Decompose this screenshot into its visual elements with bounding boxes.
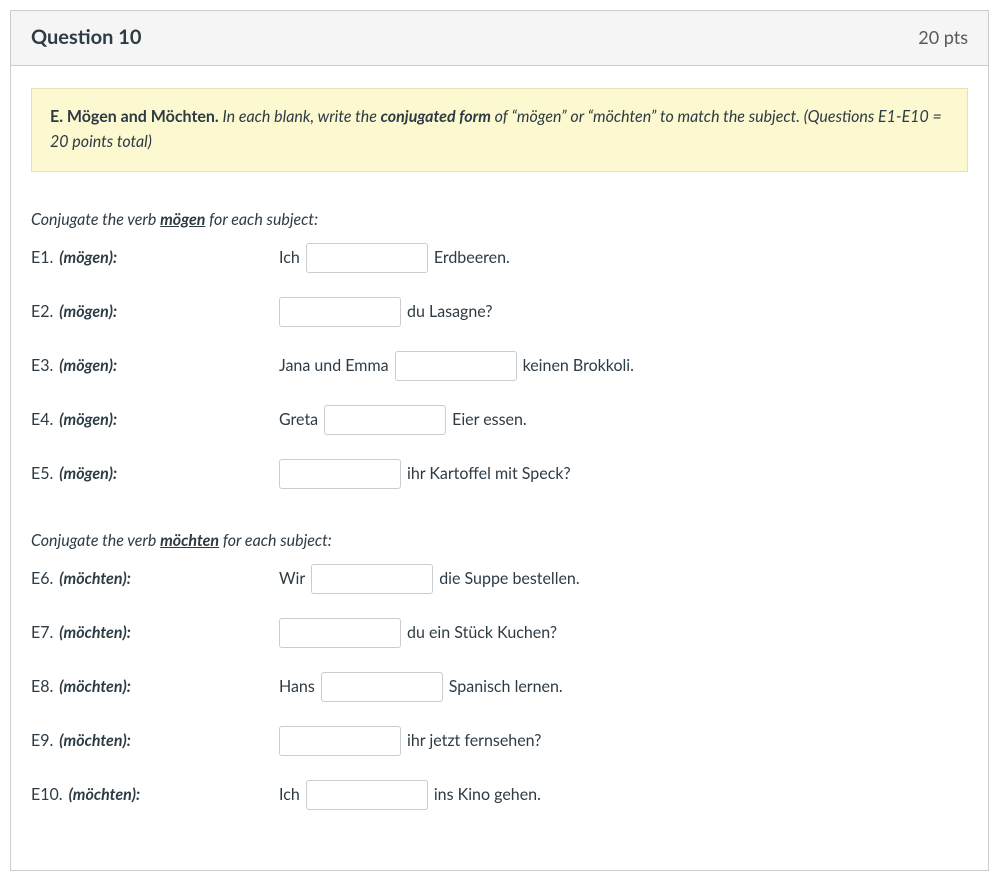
- row-label: E6. (möchten):: [31, 569, 279, 588]
- row-verb-hint: (möchten):: [59, 623, 131, 642]
- intro-text-after: for each subject:: [205, 210, 318, 229]
- answer-input[interactable]: [279, 459, 401, 489]
- sentence-post: die Suppe bestellen.: [439, 569, 579, 588]
- answer-input[interactable]: [321, 672, 443, 702]
- instructions-box: E. Mögen and Möchten. In each blank, wri…: [31, 88, 968, 172]
- question-row: E7. (möchten): du ein Stück Kuchen?: [31, 618, 968, 648]
- sentence: du Lasagne?: [279, 297, 492, 327]
- sentence-pre: Greta: [279, 410, 318, 429]
- row-number: E7.: [31, 623, 53, 642]
- question-group: Conjugate the verb mögen for each subjec…: [31, 210, 968, 489]
- sentence-pre: Jana und Emma: [279, 356, 389, 375]
- row-label: E8. (möchten):: [31, 677, 279, 696]
- row-number: E4.: [31, 410, 53, 429]
- row-number: E6.: [31, 569, 53, 588]
- question-title: Question 10: [31, 25, 141, 49]
- row-verb-hint: (möchten):: [69, 785, 141, 804]
- question-row: E3. (mögen): Jana und Emma keinen Brokkoli.: [31, 351, 968, 381]
- row-verb-hint: (mögen):: [59, 356, 117, 375]
- answer-input[interactable]: [311, 564, 433, 594]
- intro-text-after: for each subject:: [219, 531, 332, 550]
- answer-input[interactable]: [324, 405, 446, 435]
- sentence: ihr jetzt fernsehen?: [279, 726, 541, 756]
- question-row: E5. (mögen): ihr Kartoffel mit Speck?: [31, 459, 968, 489]
- question-group: Conjugate the verb möchten for each subj…: [31, 531, 968, 810]
- row-number: E2.: [31, 302, 53, 321]
- question-row: E8. (möchten): Hans Spanisch lernen.: [31, 672, 968, 702]
- row-number: E9.: [31, 731, 53, 750]
- row-label: E4. (mögen):: [31, 410, 279, 429]
- row-verb-hint: (mögen):: [59, 248, 117, 267]
- sentence: Hans Spanisch lernen.: [279, 672, 563, 702]
- answer-input[interactable]: [279, 297, 401, 327]
- row-label: E2. (mögen):: [31, 302, 279, 321]
- instructions-text-1: In each blank, write the: [219, 107, 381, 126]
- sentence-post: Eier essen.: [452, 410, 527, 429]
- section-intro: Conjugate the verb mögen for each subjec…: [31, 210, 968, 229]
- answer-input[interactable]: [306, 243, 428, 273]
- sentence-pre: Ich: [279, 785, 300, 804]
- sentence: Greta Eier essen.: [279, 405, 527, 435]
- sentence-post: ihr jetzt fernsehen?: [407, 731, 541, 750]
- row-verb-hint: (möchten):: [59, 677, 131, 696]
- intro-verb: mögen: [160, 210, 205, 229]
- answer-input[interactable]: [279, 726, 401, 756]
- row-label: E5. (mögen):: [31, 464, 279, 483]
- question-body: E. Mögen and Möchten. In each blank, wri…: [11, 66, 988, 870]
- row-label: E7. (möchten):: [31, 623, 279, 642]
- question-row: E10. (möchten): Ich ins Kino gehen.: [31, 780, 968, 810]
- question-row: E2. (mögen): du Lasagne?: [31, 297, 968, 327]
- sentence: Jana und Emma keinen Brokkoli.: [279, 351, 634, 381]
- row-number: E1.: [31, 248, 53, 267]
- row-verb-hint: (mögen):: [59, 302, 117, 321]
- intro-verb: möchten: [160, 531, 219, 550]
- row-label: E1. (mögen):: [31, 248, 279, 267]
- sentence-pre: Hans: [279, 677, 315, 696]
- instructions-lead: E. Mögen and Möchten.: [50, 107, 219, 126]
- row-number: E5.: [31, 464, 53, 483]
- instructions-bold: conjugated form: [381, 107, 491, 126]
- row-number: E3.: [31, 356, 53, 375]
- sentence-pre: Ich: [279, 248, 300, 267]
- question-points: 20 pts: [918, 26, 968, 48]
- sentence-post: keinen Brokkoli.: [523, 356, 634, 375]
- sentence-post: du Lasagne?: [407, 302, 492, 321]
- row-verb-hint: (mögen):: [59, 410, 117, 429]
- row-verb-hint: (möchten):: [59, 731, 131, 750]
- intro-text-before: Conjugate the verb: [31, 531, 160, 550]
- row-verb-hint: (möchten):: [59, 569, 131, 588]
- sentence-post: du ein Stück Kuchen?: [407, 623, 557, 642]
- question-row: E9. (möchten): ihr jetzt fernsehen?: [31, 726, 968, 756]
- sentence-post: Spanisch lernen.: [449, 677, 563, 696]
- answer-input[interactable]: [306, 780, 428, 810]
- row-label: E10. (möchten):: [31, 785, 279, 804]
- sentence-pre: Wir: [279, 569, 305, 588]
- row-number: E10.: [31, 785, 63, 804]
- row-label: E3. (mögen):: [31, 356, 279, 375]
- question-header: Question 10 20 pts: [11, 11, 988, 66]
- sentence-post: ins Kino gehen.: [434, 785, 541, 804]
- row-verb-hint: (mögen):: [59, 464, 117, 483]
- intro-text-before: Conjugate the verb: [31, 210, 160, 229]
- section-intro: Conjugate the verb möchten for each subj…: [31, 531, 968, 550]
- sentence: ihr Kartoffel mit Speck?: [279, 459, 571, 489]
- sentence-post: Erdbeeren.: [434, 248, 510, 267]
- sentence: Ich ins Kino gehen.: [279, 780, 541, 810]
- question-row: E6. (möchten): Wir die Suppe bestellen.: [31, 564, 968, 594]
- sentence: Wir die Suppe bestellen.: [279, 564, 580, 594]
- answer-input[interactable]: [395, 351, 517, 381]
- sentence: Ich Erdbeeren.: [279, 243, 510, 273]
- question-container: Question 10 20 pts E. Mögen and Möchten.…: [10, 10, 989, 871]
- question-row: E1. (mögen): Ich Erdbeeren.: [31, 243, 968, 273]
- row-label: E9. (möchten):: [31, 731, 279, 750]
- row-number: E8.: [31, 677, 53, 696]
- sentence-post: ihr Kartoffel mit Speck?: [407, 464, 571, 483]
- question-row: E4. (mögen): Greta Eier essen.: [31, 405, 968, 435]
- sentence: du ein Stück Kuchen?: [279, 618, 557, 648]
- answer-input[interactable]: [279, 618, 401, 648]
